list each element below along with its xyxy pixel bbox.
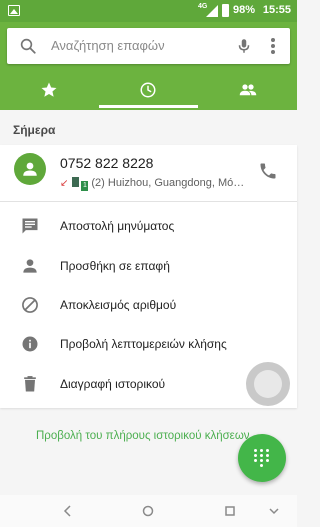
person-icon xyxy=(23,259,37,273)
back-icon[interactable] xyxy=(60,503,76,519)
action-label: Αποκλεισμός αριθμού xyxy=(60,298,177,312)
status-bar: 4G 98% 15:55 xyxy=(0,0,297,22)
search-icon[interactable] xyxy=(19,37,37,55)
action-label: Προβολή λεπτομερειών κλήσης xyxy=(60,337,227,351)
person-avatar-icon xyxy=(23,162,37,176)
action-label: Προσθήκη σε επαφή xyxy=(60,259,170,273)
section-title: Σήμερα xyxy=(13,123,56,137)
full-history-link[interactable]: Προβολή του πλήρους ιστορικού κλήσεων xyxy=(36,430,250,442)
divider xyxy=(0,201,297,202)
clock-time: 15:55 xyxy=(262,4,291,16)
navigation-bar xyxy=(0,495,297,527)
battery-icon xyxy=(222,4,229,17)
action-block-number[interactable]: Αποκλεισμός αριθμού xyxy=(0,285,297,325)
action-label: Αποστολή μηνύματος xyxy=(60,219,175,233)
home-icon[interactable] xyxy=(140,503,156,519)
more-vert-icon[interactable] xyxy=(265,36,281,56)
missed-call-icon: ↙ xyxy=(60,178,69,189)
app-header: Αναζήτηση επαφών xyxy=(0,22,297,110)
call-detail: ↙ 1 (2) Huizhou, Guangdong, Mó… xyxy=(60,177,250,191)
touch-indicator xyxy=(246,362,290,406)
clock-icon xyxy=(140,82,156,98)
dialpad-icon xyxy=(253,448,271,468)
star-icon xyxy=(41,82,57,97)
signal-icon xyxy=(206,5,218,17)
tab-recents[interactable] xyxy=(99,70,198,110)
dialpad-button[interactable] xyxy=(238,434,286,482)
message-icon xyxy=(22,218,38,234)
tab-bar xyxy=(0,70,297,110)
search-bar[interactable]: Αναζήτηση επαφών xyxy=(7,28,290,64)
action-label: Διαγραφή ιστορικού xyxy=(60,377,166,391)
call-log-card: 0752 822 8228 ↙ 1 (2) Huizhou, Guangdong, … xyxy=(0,145,297,408)
action-call-details[interactable]: Προβολή λεπτομερειών κλήσης xyxy=(0,324,297,364)
hd-icon xyxy=(72,177,80,187)
block-icon xyxy=(22,297,38,313)
tab-favorites[interactable] xyxy=(0,70,99,110)
tab-contacts[interactable] xyxy=(198,70,297,110)
delete-icon xyxy=(24,376,36,392)
image-icon xyxy=(8,5,20,16)
avatar[interactable] xyxy=(14,153,46,185)
people-icon xyxy=(239,84,257,96)
battery-percent: 98% xyxy=(233,4,256,16)
call-number[interactable]: 0752 822 8228 xyxy=(60,155,153,171)
phone-call-icon[interactable] xyxy=(258,161,278,181)
search-input[interactable]: Αναζήτηση επαφών xyxy=(51,38,165,53)
call-location: (2) Huizhou, Guangdong, Mó… xyxy=(91,177,245,189)
sim-icon: 1 xyxy=(81,181,89,191)
info-icon xyxy=(22,336,38,352)
mic-icon[interactable] xyxy=(235,36,253,56)
action-send-message[interactable]: Αποστολή μηνύματος xyxy=(0,206,297,246)
recents-icon[interactable] xyxy=(222,503,238,519)
action-add-to-contact[interactable]: Προσθήκη σε επαφή xyxy=(0,246,297,286)
collapse-icon[interactable] xyxy=(266,503,282,519)
